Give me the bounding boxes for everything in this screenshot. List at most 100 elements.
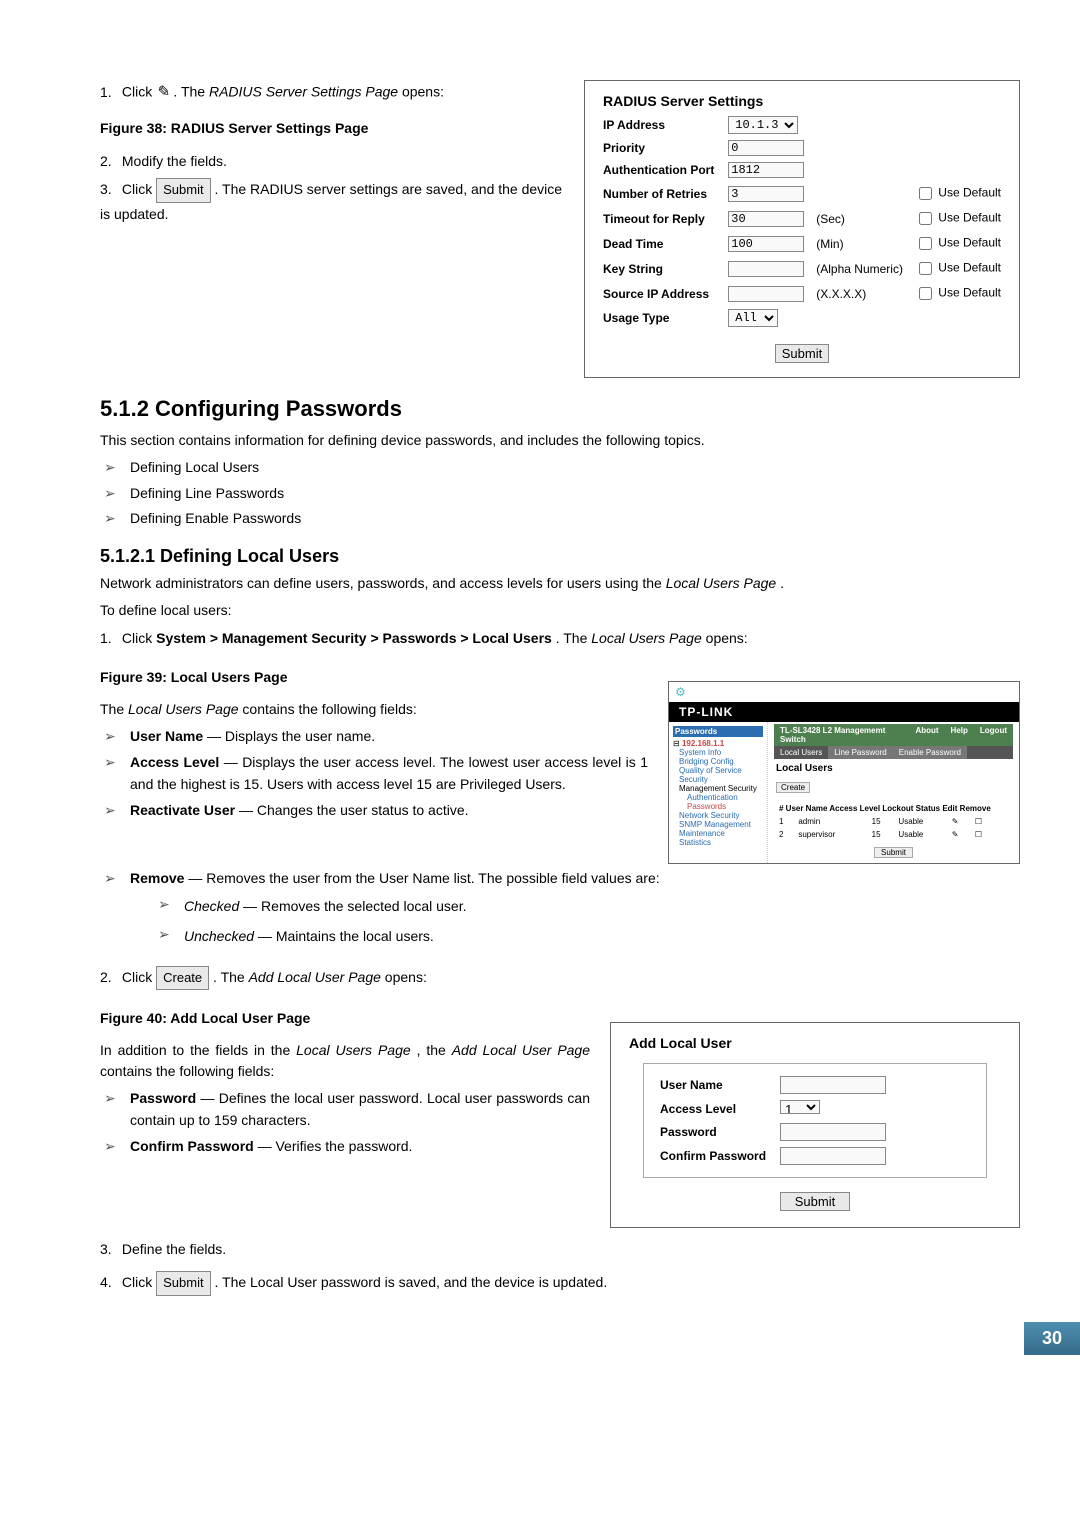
confirm-password-input[interactable] <box>780 1147 886 1165</box>
step-text: . The <box>173 84 209 100</box>
step-num: 1. <box>100 627 118 649</box>
edit-icon: ✎ <box>949 829 970 840</box>
help-link: Help <box>945 724 974 746</box>
field-name: User Name <box>130 728 203 744</box>
confirm-password-label: Confirm Password <box>656 1145 774 1167</box>
create-button[interactable]: Create <box>156 966 209 991</box>
field-desc: — Removes the user from the User Name li… <box>188 870 659 886</box>
table-header-row: # User Name Access Level Lockout Status … <box>776 803 994 814</box>
tree-expand-icon: ⊟ <box>673 739 682 748</box>
field-name: Password <box>130 1090 196 1106</box>
local-users-screenshot: ⚙ TP-LINK Passwords ⊟ 192.168.1.1 System… <box>668 681 1020 864</box>
panel-title: RADIUS Server Settings <box>597 89 1007 113</box>
step-text: Define the fields. <box>122 1241 226 1257</box>
body-text: To define local users: <box>100 600 1020 621</box>
toc-item: Defining Enable Passwords <box>104 508 1020 530</box>
sidebar-selected: Passwords <box>673 726 763 737</box>
toc-item: Defining Line Passwords <box>104 483 1020 505</box>
deadtime-use-default-checkbox[interactable] <box>919 237 932 250</box>
product-bar-title: TL-SL3428 L2 Managememt Switch <box>774 724 909 746</box>
about-link: About <box>909 724 944 746</box>
step-text: Modify the fields. <box>122 153 227 169</box>
auth-port-label: Authentication Port <box>597 159 722 181</box>
panel-title: Add Local User <box>625 1033 1005 1053</box>
auth-port-input[interactable] <box>728 162 804 178</box>
edit-icon[interactable]: ✎ <box>154 79 172 107</box>
use-default-label: Use Default <box>938 261 1001 275</box>
logout-link: Logout <box>974 724 1013 746</box>
keystring-unit: (Alpha Numeric) <box>810 256 909 281</box>
field-desc: — Defines the local user password. Local… <box>130 1090 590 1128</box>
step-text: Click <box>122 1274 156 1290</box>
step-num: 2. <box>100 966 118 988</box>
section-intro: This section contains information for de… <box>100 430 1020 451</box>
radius-submit-button[interactable]: Submit <box>775 344 829 363</box>
step-num: 3. <box>100 1238 118 1260</box>
body-text: Network administrators can define users,… <box>100 575 666 591</box>
usage-type-select[interactable]: All <box>728 309 778 327</box>
tab-enable-password: Enable Password <box>893 746 967 759</box>
body-text: contains the following fields: <box>100 1063 274 1079</box>
step-num: 3. <box>100 178 118 200</box>
keystring-label: Key String <box>597 256 722 281</box>
thumb-submit-button: Submit <box>874 847 913 858</box>
sidebar-item: Authentication <box>679 793 763 802</box>
option-name: Unchecked <box>184 928 254 944</box>
step-text: opens: <box>385 969 427 985</box>
ip-address-select[interactable]: 10.1.3.12 <box>728 116 798 134</box>
deadtime-unit: (Min) <box>810 231 909 256</box>
retries-input[interactable] <box>728 186 804 202</box>
figure-caption-38: Figure 38: RADIUS Server Settings Page <box>100 120 564 136</box>
alu-submit-button[interactable]: Submit <box>780 1192 850 1211</box>
body-text: The <box>100 701 128 717</box>
step-text: Click <box>122 181 156 197</box>
submit-button[interactable]: Submit <box>156 1271 210 1296</box>
section-heading-5121: 5.1.2.1 Defining Local Users <box>100 546 1020 567</box>
field-desc: — Verifies the password. <box>258 1138 413 1154</box>
keystring-input[interactable] <box>728 261 804 277</box>
submit-button[interactable]: Submit <box>156 178 210 203</box>
page-link-name: RADIUS Server Settings Page <box>209 84 398 100</box>
timeout-unit: (Sec) <box>810 206 909 231</box>
use-default-label: Use Default <box>938 186 1001 200</box>
keystring-use-default-checkbox[interactable] <box>919 262 932 275</box>
step-text: opens: <box>706 630 748 646</box>
radius-server-settings-panel: RADIUS Server Settings IP Address 10.1.3… <box>584 80 1020 378</box>
access-level-select[interactable]: 1 <box>780 1100 820 1114</box>
page-name: Local Users Page <box>666 575 777 591</box>
usage-type-label: Usage Type <box>597 306 722 330</box>
timeout-use-default-checkbox[interactable] <box>919 212 932 225</box>
field-desc: — Changes the user status to active. <box>239 802 469 818</box>
breadcrumb: System > Management Security > Passwords… <box>156 630 552 646</box>
retries-use-default-checkbox[interactable] <box>919 187 932 200</box>
edit-icon: ✎ <box>949 816 970 827</box>
ip-address-label: IP Address <box>597 113 722 137</box>
use-default-label: Use Default <box>938 236 1001 250</box>
sidebar-item: System Info <box>679 748 763 757</box>
timeout-label: Timeout for Reply <box>597 206 722 231</box>
figure-caption-39: Figure 39: Local Users Page <box>100 669 648 685</box>
body-text: . <box>780 575 784 591</box>
deadtime-label: Dead Time <box>597 231 722 256</box>
source-ip-input[interactable] <box>728 286 804 302</box>
priority-input[interactable] <box>728 140 804 156</box>
option-name: Checked <box>184 898 239 914</box>
user-name-input[interactable] <box>780 1076 886 1094</box>
sidebar-item: Maintenance <box>679 829 763 838</box>
deadtime-input[interactable] <box>728 236 804 252</box>
add-local-user-panel: Add Local User User Name Access Level 1 … <box>610 1022 1020 1228</box>
option-desc: — Removes the selected local user. <box>243 898 466 914</box>
timeout-input[interactable] <box>728 211 804 227</box>
priority-label: Priority <box>597 137 722 159</box>
field-name: Confirm Password <box>130 1138 254 1154</box>
tp-link-logo: TP-LINK <box>669 702 1019 722</box>
source-ip-use-default-checkbox[interactable] <box>919 287 932 300</box>
step-num: 1. <box>100 81 118 103</box>
field-name: Reactivate User <box>130 802 235 818</box>
create-button: Create <box>776 782 810 793</box>
password-input[interactable] <box>780 1123 886 1141</box>
use-default-label: Use Default <box>938 211 1001 225</box>
body-text: , the <box>417 1042 452 1058</box>
page-name: Local Users Page <box>591 630 702 646</box>
retries-label: Number of Retries <box>597 181 722 206</box>
